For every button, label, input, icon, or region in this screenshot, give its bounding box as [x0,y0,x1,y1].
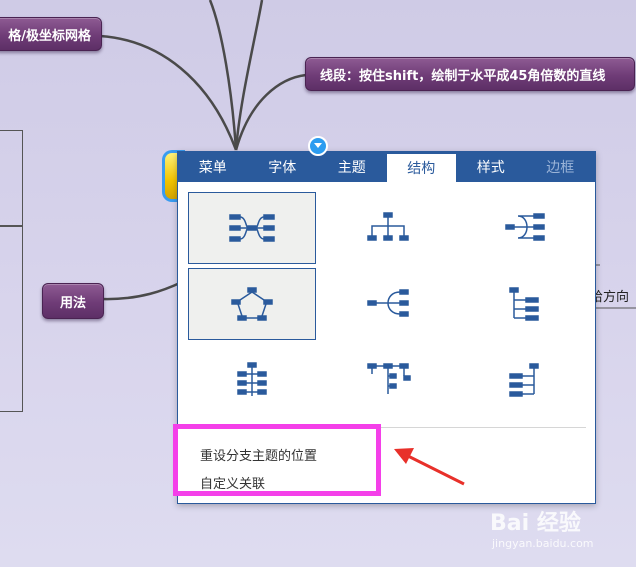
watermark-url: jingyan.baidu.com [492,537,594,550]
tab-style[interactable]: 样式 [456,152,526,182]
watermark-logo: Bai 经验 [490,511,581,536]
topic-line-segment[interactable]: 线段：按住shift，绘制于水平成45角倍数的直线 [305,57,635,91]
structure-option-fishbone[interactable] [324,344,452,416]
structure-option-tree-list-right[interactable] [460,268,588,340]
baidu-watermark: Bai 经验 jingyan.baidu.com [490,505,594,550]
left-bracket-tree-icon [367,289,409,317]
annotation-highlight-box [173,424,381,496]
topic-usage[interactable]: 用法 [42,283,104,319]
structure-option-left-tree[interactable] [324,268,452,340]
structure-option-tree-list-left[interactable] [460,344,588,416]
mind-map-icon [229,214,275,242]
panel-tab-bar: 菜单 字体 主题 结构 样式 边框 [178,152,595,182]
left-tree-list-icon [509,363,539,397]
topic-grid-fragment[interactable]: 格/极坐标网格 [0,17,102,51]
radial-map-icon [231,287,273,321]
tab-font[interactable]: 字体 [248,152,318,182]
structure-option-timeline[interactable] [188,344,316,416]
structure-option-radial-map[interactable] [188,268,316,340]
structure-option-mind-map[interactable] [188,192,316,264]
tab-structure[interactable]: 结构 [386,154,456,182]
annotation-arrow-icon [394,448,465,486]
structure-grid [188,192,588,420]
topic-label: 格/极坐标网格 [8,28,91,44]
structure-option-org-chart[interactable] [324,192,452,264]
right-bracket-tree-icon [505,213,545,241]
tab-menu[interactable]: 菜单 [178,152,248,182]
topic-label: 线段：按住shift，绘制于水平成45角倍数的直线 [320,68,606,84]
tab-theme[interactable]: 主题 [317,152,387,182]
fishbone-down-icon [367,363,411,394]
collapse-toggle-icon[interactable] [308,136,328,156]
topic-label: 用法 [59,295,86,311]
left-branch-tick [0,225,23,227]
org-chart-down-icon [367,212,409,241]
right-tree-list-icon [509,287,539,321]
left-branch-bracket [0,130,23,412]
structure-option-right-tree[interactable] [460,192,588,264]
tab-border[interactable]: 边框 [526,152,596,182]
vertical-timeline-icon [237,362,267,396]
